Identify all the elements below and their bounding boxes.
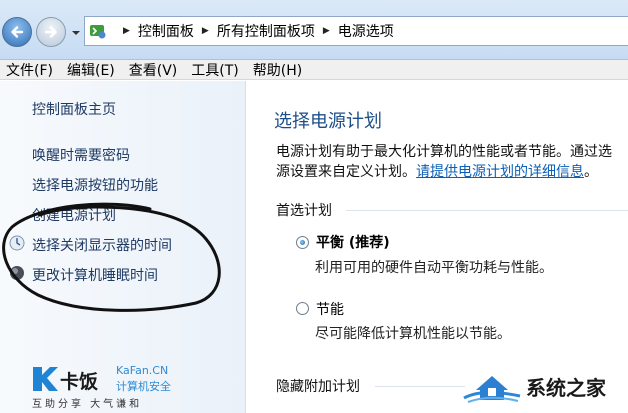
house-logo-icon — [463, 376, 521, 403]
logo-name-en: KaFan.CN — [116, 364, 169, 377]
menu-bar: 文件(F) 编辑(E) 查看(V) 工具(T) 帮助(H) — [0, 60, 628, 80]
menu-tools[interactable]: 工具(T) — [185, 60, 246, 80]
group-divider — [346, 210, 628, 211]
control-panel-icon — [90, 25, 106, 39]
sidebar-item-power-button[interactable]: 选择电源按钮的功能 — [32, 175, 158, 195]
group-divider — [375, 386, 465, 387]
menu-file[interactable]: 文件(F) — [0, 60, 61, 80]
breadcrumb-item-all-items[interactable]: 所有控制面板项 — [217, 21, 315, 41]
description-line-1: 电源计划有助于最大化计算机的性能或者节能。通过选 — [276, 144, 612, 160]
kafan-logo-icon — [33, 367, 58, 391]
address-bar: ▶ 控制面板 ▶ 所有控制面板项 ▶ 电源选项 — [0, 0, 628, 60]
breadcrumb-item-control-panel[interactable]: 控制面板 — [138, 21, 194, 41]
kafan-logo: 卡饭 KaFan.CN 计算机安全 互助分享 大气谦和 — [30, 364, 180, 410]
plan-balanced-label[interactable]: 平衡 (推荐) — [316, 232, 390, 252]
chevron-right-icon: ▶ — [123, 26, 130, 36]
history-dropdown-icon[interactable] — [71, 28, 81, 38]
plan-balanced-description: 利用可用的硬件自动平衡功耗与性能。 — [315, 260, 553, 276]
logo-name: 卡饭 — [60, 371, 99, 393]
plan-balanced-radio[interactable] — [296, 236, 309, 249]
back-button[interactable] — [2, 17, 32, 47]
breadcrumb-item-power-options[interactable]: 电源选项 — [338, 21, 394, 41]
preferred-plans-heading: 首选计划 — [276, 203, 332, 219]
watermark: 系统之家 — [462, 366, 628, 410]
forward-button[interactable] — [36, 17, 66, 47]
plan-power-saver-radio[interactable] — [296, 302, 309, 315]
breadcrumb[interactable]: ▶ 控制面板 ▶ 所有控制面板项 ▶ 电源选项 — [84, 16, 628, 46]
logo-subtitle: 计算机安全 — [116, 380, 171, 393]
menu-help[interactable]: 帮助(H) — [247, 60, 310, 80]
chevron-right-icon: ▶ — [201, 26, 209, 36]
sidebar-item-display-off-time[interactable]: 选择关闭显示器的时间 — [32, 235, 172, 255]
sidebar-item-wake-password[interactable]: 唤醒时需要密码 — [32, 145, 130, 165]
display-icon — [9, 235, 25, 251]
sidebar-item-control-panel-home[interactable]: 控制面板主页 — [32, 99, 116, 119]
plan-details-link[interactable]: 请提供电源计划的详细信息 — [416, 164, 584, 180]
sidebar-item-sleep-time[interactable]: 更改计算机睡眠时间 — [32, 265, 158, 285]
arrow-right-icon — [44, 26, 57, 38]
description-text: 源设置来自定义计划。 — [276, 164, 416, 180]
logo-tagline: 互助分享 大气谦和 — [32, 399, 143, 410]
watermark-text: 系统之家 — [526, 376, 606, 400]
sidebar-item-create-plan[interactable]: 创建电源计划 — [32, 205, 116, 225]
menu-view[interactable]: 查看(V) — [123, 60, 186, 80]
page-title: 选择电源计划 — [274, 111, 382, 132]
chevron-right-icon: ▶ — [322, 26, 330, 36]
arrow-left-icon — [11, 26, 24, 38]
hidden-plans-toggle[interactable]: 隐藏附加计划 — [276, 376, 360, 396]
description-line-2: 源设置来自定义计划。请提供电源计划的详细信息。 — [276, 162, 598, 182]
plan-power-saver-description: 尽可能降低计算机性能以节能。 — [315, 326, 511, 342]
plan-power-saver-label[interactable]: 节能 — [316, 299, 344, 319]
left-pane: 控制面板主页 唤醒时需要密码 选择电源按钮的功能 创建电源计划 选择关闭显示器的… — [0, 81, 246, 413]
menu-edit[interactable]: 编辑(E) — [61, 60, 123, 80]
description-punctuation: 。 — [584, 164, 598, 180]
sleep-icon — [10, 266, 24, 280]
